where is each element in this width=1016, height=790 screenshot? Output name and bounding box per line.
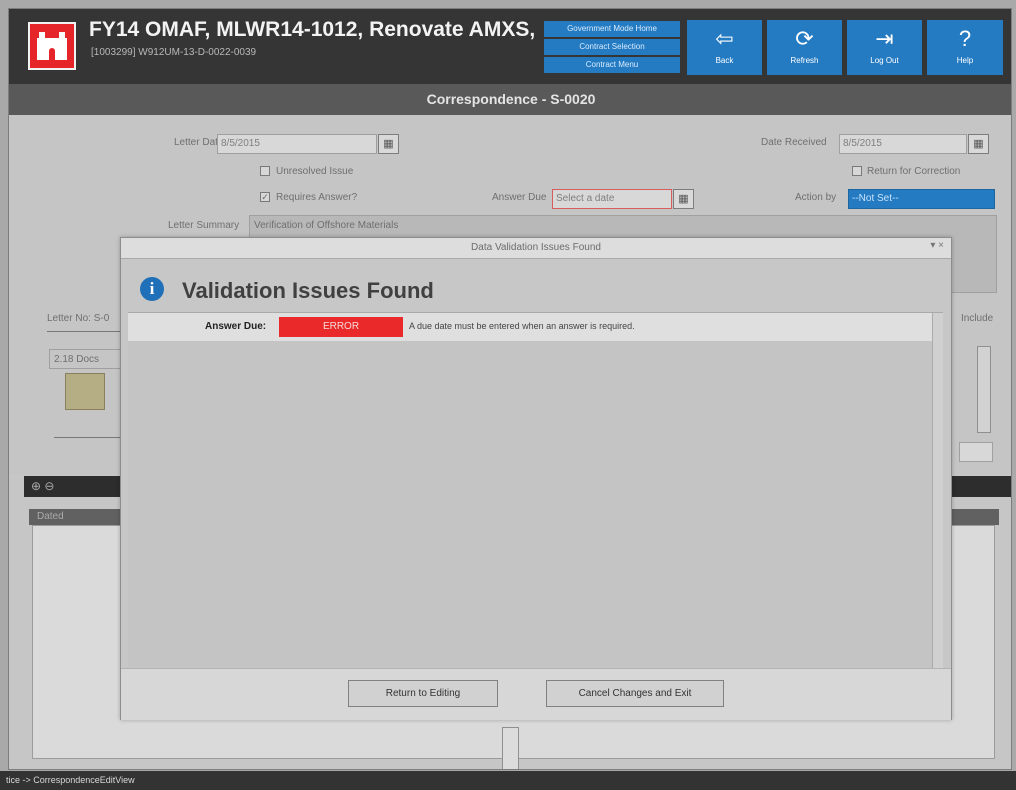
government-mode-home-link[interactable]: Government Mode Home: [544, 21, 680, 37]
info-icon: i: [140, 277, 164, 301]
issue-field-name: Answer Due:: [205, 321, 267, 332]
log-out-icon: ⇥: [875, 26, 894, 51]
help-button[interactable]: ? Help: [927, 20, 1003, 75]
army-corps-logo: [28, 22, 76, 70]
answer-due-calendar-icon[interactable]: ▦: [673, 189, 694, 209]
validation-heading: Validation Issues Found: [182, 278, 434, 303]
castle-door: [49, 48, 55, 60]
return-for-correction-checkbox[interactable]: [852, 166, 862, 176]
vertical-splitter[interactable]: [502, 727, 519, 769]
answer-due-label: Answer Due: [492, 192, 547, 203]
validation-issues-list: Answer Due: ERROR A due date must be ent…: [128, 312, 943, 668]
project-title: FY14 OMAF, MLWR14-1012, Renovate AMXS,: [89, 18, 536, 41]
date-received-label: Date Received: [761, 137, 827, 148]
document-thumbnail[interactable]: [65, 373, 105, 410]
dated-column-header: Dated: [37, 511, 64, 522]
return-for-correction-label: Return for Correction: [867, 166, 961, 177]
validation-issues-dialog: Data Validation Issues Found ▾ × i Valid…: [120, 237, 952, 720]
letter-number-divider: [47, 331, 131, 332]
date-received-calendar-icon[interactable]: ▦: [968, 134, 989, 154]
letter-summary-label: Letter Summary: [168, 220, 240, 231]
date-received-field[interactable]: 8/5/2015: [839, 134, 967, 154]
contract-menu-link[interactable]: Contract Menu: [544, 57, 680, 73]
refresh-label: Refresh: [790, 56, 819, 65]
unresolved-issue-checkbox[interactable]: [260, 166, 270, 176]
log-out-label: Log Out: [870, 56, 899, 65]
back-button[interactable]: ⇦ Back: [687, 20, 762, 75]
cancel-changes-and-exit-button[interactable]: Cancel Changes and Exit: [546, 680, 724, 707]
right-scrollbar[interactable]: [977, 346, 991, 433]
letter-dated-field[interactable]: 8/5/2015: [217, 134, 377, 154]
answer-due-date-field[interactable]: Select a date: [552, 189, 672, 209]
refresh-button[interactable]: ⟳ Refresh: [767, 20, 842, 75]
log-out-button[interactable]: ⇥ Log Out: [847, 20, 922, 75]
dialog-title: Data Validation Issues Found: [121, 238, 951, 259]
return-to-editing-button[interactable]: Return to Editing: [348, 680, 498, 707]
requires-answer-label: Requires Answer?: [276, 192, 358, 203]
castle-logo-mark: [37, 32, 67, 60]
documents-divider: [54, 437, 125, 438]
expand-icon[interactable]: ⊕: [31, 479, 41, 493]
letter-number-label: Letter No: S-0: [47, 313, 110, 324]
page-title: Correspondence - S-0020: [9, 84, 1011, 115]
close-icon[interactable]: ▾ ×: [930, 240, 944, 251]
help-label: Help: [956, 56, 974, 65]
issue-message: A due date must be entered when an answe…: [409, 321, 635, 331]
right-pager-field[interactable]: [959, 442, 993, 462]
validation-issue-row: Answer Due: ERROR A due date must be ent…: [128, 313, 943, 341]
application-header: FY14 OMAF, MLWR14-1012, Renovate AMXS, […: [9, 9, 1011, 84]
error-badge: ERROR: [279, 317, 403, 337]
application-frame: FY14 OMAF, MLWR14-1012, Renovate AMXS, […: [0, 0, 1016, 790]
issues-scrollbar[interactable]: [932, 313, 943, 668]
requires-answer-checkbox[interactable]: ✓: [260, 192, 270, 202]
unresolved-issue-label: Unresolved Issue: [276, 166, 354, 177]
collapse-icon[interactable]: ⊖: [44, 479, 54, 493]
contract-identifier: [1003299] W912UM-13-D-0022-0039: [91, 47, 257, 58]
dialog-footer: Return to Editing Cancel Changes and Exi…: [121, 668, 951, 720]
navigation-links: Government Mode Home Contract Selection …: [544, 21, 680, 75]
action-by-label: Action by: [795, 192, 837, 203]
left-arrow-icon: ⇦: [715, 26, 734, 51]
refresh-icon: ⟳: [795, 26, 814, 51]
include-label: Include: [961, 313, 994, 324]
documents-tab[interactable]: [49, 349, 124, 369]
help-icon: ?: [958, 26, 972, 51]
contract-selection-link[interactable]: Contract Selection: [544, 39, 680, 55]
status-bar-path: tice -> CorrespondenceEditView: [0, 771, 1016, 790]
action-by-select[interactable]: --Not Set--: [848, 189, 995, 209]
letter-dated-calendar-icon[interactable]: ▦: [378, 134, 399, 154]
back-label: Back: [715, 56, 734, 65]
